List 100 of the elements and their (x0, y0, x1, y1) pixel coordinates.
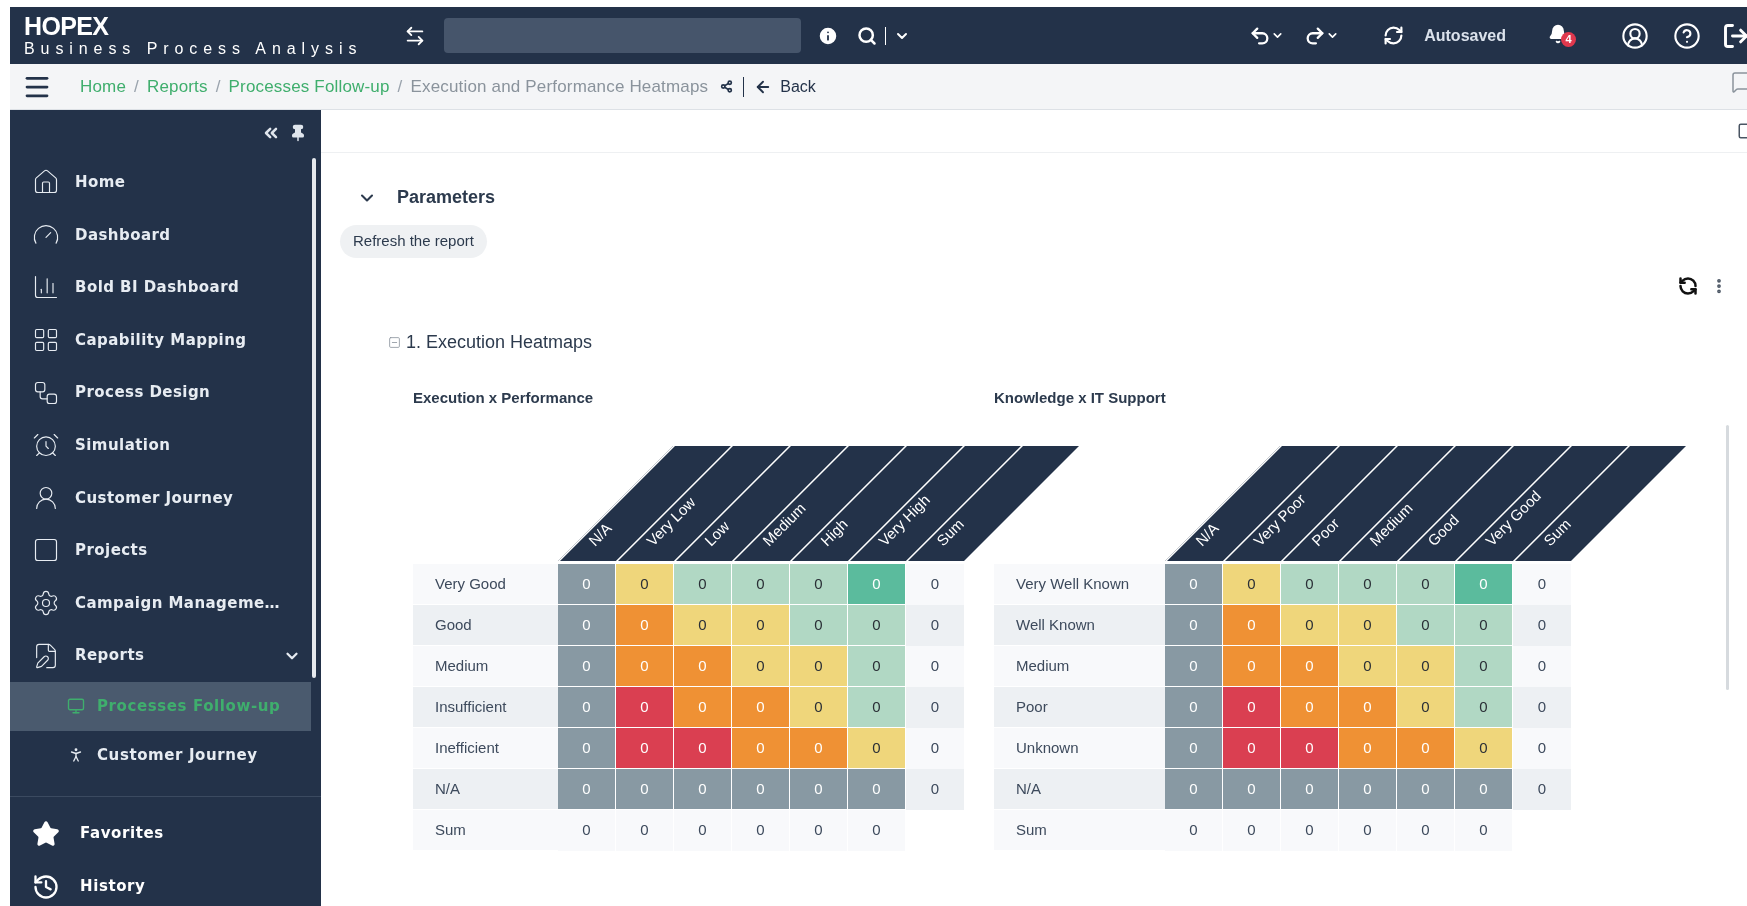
heatmap-cell: 0 (1339, 687, 1397, 728)
sidebar-item[interactable]: Campaign Manageme… (10, 576, 311, 630)
heatmap-cell: 0 (1397, 728, 1455, 769)
share-icon[interactable] (720, 80, 734, 93)
heatmap-cell: 0 (558, 687, 616, 728)
heatmap-cell: 0 (1455, 646, 1513, 687)
heatmap-cell: 0 (732, 564, 790, 605)
sum-cell: 0 (906, 687, 964, 728)
row-header: Medium (994, 646, 1165, 687)
heatmap-cell: 0 (1223, 687, 1281, 728)
sum-cell: 0 (1513, 687, 1571, 728)
heatmap-cell: 0 (1223, 769, 1281, 810)
heatmap-cell: 0 (558, 769, 616, 810)
sum-cell: 0 (1513, 605, 1571, 646)
sum-cell: 0 (906, 728, 964, 769)
refresh-icon[interactable] (1678, 276, 1698, 296)
sidebar-item[interactable]: Reports (10, 629, 311, 682)
sum-cell: 0 (1513, 564, 1571, 605)
section-title: 1. Execution Heatmaps (406, 331, 593, 354)
heatmap-cell: 0 (674, 769, 732, 810)
swap-icon[interactable] (404, 24, 426, 47)
heatmap-cell: 0 (1281, 564, 1339, 605)
help-icon[interactable] (1673, 21, 1701, 50)
heatmap-cell: 0 (616, 646, 674, 687)
sidebar-item[interactable]: Projects (10, 524, 311, 577)
heatmap-cell: 0 (674, 564, 732, 605)
parameters-title: Parameters (397, 186, 496, 209)
search-icon[interactable] (857, 25, 877, 46)
sidebar-subitem[interactable]: Customer Journey (10, 730, 311, 780)
refresh-report-button[interactable]: Refresh the report (340, 225, 487, 258)
logout-icon[interactable] (1722, 21, 1747, 50)
heatmap-cell: 0 (732, 605, 790, 646)
scrollbar[interactable] (312, 158, 316, 678)
sum-cell: 0 (906, 646, 964, 687)
heatmap-title: Execution x Performance (413, 388, 595, 408)
back-button[interactable]: Back (754, 74, 816, 99)
row-header: Very Well Known (994, 564, 1165, 605)
user-icon[interactable] (1621, 21, 1649, 50)
pin-icon[interactable] (289, 124, 307, 142)
heatmap-cell: 0 (558, 728, 616, 769)
info-icon[interactable] (817, 24, 839, 47)
row-header: Good (413, 605, 558, 646)
row-header: N/A (413, 769, 558, 810)
heatmap-cell: 0 (848, 687, 906, 728)
star-icon (32, 819, 60, 848)
history-icon (32, 872, 60, 901)
search-field[interactable] (444, 18, 801, 53)
heatmap-cell: 0 (1165, 728, 1223, 769)
sidebar-item[interactable]: Capability Mapping (10, 313, 311, 367)
scrollbar[interactable] (1726, 425, 1729, 690)
sidebar-item[interactable]: Customer Journey (10, 471, 311, 525)
row-header: Medium (413, 646, 558, 687)
heatmap-cell: 0 (1165, 564, 1223, 605)
heatmap-cell: 0 (790, 646, 848, 687)
sidebar-item[interactable]: Simulation (10, 418, 311, 472)
row-header: Insufficient (413, 687, 558, 728)
heatmap-cell: 0 (848, 646, 906, 687)
sum-cell: 0 (906, 564, 964, 605)
row-header: Sum (994, 810, 1165, 851)
sidebar-item[interactable]: History (10, 860, 321, 906)
sync-icon[interactable] (1383, 25, 1405, 46)
heatmap-title: Knowledge x IT Support (994, 388, 1167, 408)
row-header: Well Known (994, 605, 1165, 646)
heatmap-cell: 0 (616, 605, 674, 646)
sidebar-item[interactable]: Dashboard (10, 208, 311, 262)
sum-cell: 0 (1165, 810, 1223, 851)
heatmap-cell: 0 (1281, 646, 1339, 687)
heatmap-cell: 0 (1281, 728, 1339, 769)
row-header: Sum (413, 810, 558, 851)
heatmap-cell: 0 (1339, 605, 1397, 646)
sum-cell: 0 (848, 810, 906, 851)
heatmap-cell: 0 (1223, 646, 1281, 687)
heatmap-cell: 0 (1281, 769, 1339, 810)
sum-cell: 0 (1513, 769, 1571, 810)
sidebar-item[interactable]: Process Design (10, 366, 311, 419)
heatmap-cell: 0 (848, 769, 906, 810)
sidebar-item[interactable]: Home (10, 156, 311, 209)
heatmap-cell: 0 (1281, 605, 1339, 646)
heatmap-cell: 0 (1339, 646, 1397, 687)
row-header: N/A (994, 769, 1165, 810)
heatmap-cell: 0 (848, 605, 906, 646)
monitor-icon (67, 697, 85, 716)
sidebar-item[interactable]: Favorites (10, 807, 321, 860)
sidebar-item[interactable]: Bold BI Dashboard (10, 261, 311, 314)
heatmap-cell: 0 (674, 687, 732, 728)
heatmap-cell: 0 (1165, 605, 1223, 646)
breadcrumb-separator: / (397, 75, 403, 98)
heatmap-cell: 0 (790, 769, 848, 810)
heatmap-cell: 0 (1281, 687, 1339, 728)
sum-cell: 0 (1513, 646, 1571, 687)
logo-subtitle: Business Process Analysis (24, 41, 364, 57)
heatmap-cell: 0 (732, 769, 790, 810)
heatmap-cell: 0 (558, 605, 616, 646)
heatmap-cell: 0 (616, 564, 674, 605)
heatmap-cell: 0 (616, 769, 674, 810)
gear-icon (32, 589, 60, 618)
heatmap-cell: 0 (790, 564, 848, 605)
sum-cell: 0 (1397, 810, 1455, 851)
heatmap-cell: 0 (1223, 728, 1281, 769)
heatmap-cell: 0 (1339, 769, 1397, 810)
